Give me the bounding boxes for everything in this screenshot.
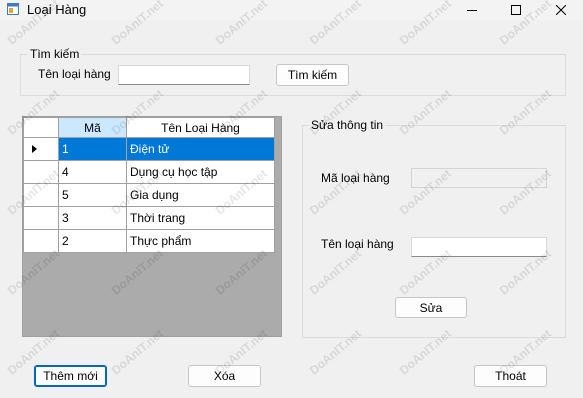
update-button[interactable]: Sửa (395, 297, 467, 318)
table-row[interactable]: 2 Thực phẩm (23, 229, 275, 253)
table-row[interactable]: 1 Điện tử (23, 137, 275, 161)
cell-id[interactable]: 2 (58, 229, 127, 253)
name-field[interactable] (411, 237, 547, 257)
row-header[interactable] (23, 160, 59, 184)
row-header[interactable] (23, 137, 59, 161)
name-label: Tên loại hàng (321, 237, 394, 251)
cell-name[interactable]: Dụng cụ học tập (126, 160, 275, 184)
table-row[interactable]: 3 Thời trang (23, 206, 275, 230)
app-window-icon (7, 3, 19, 15)
code-label: Mã loại hàng (321, 171, 390, 185)
cell-id[interactable]: 1 (58, 137, 127, 161)
column-header-id[interactable]: Mã (58, 117, 127, 138)
category-grid[interactable]: Mã Tên Loại Hàng 1 Điện tử 4 Dụng cụ học… (22, 116, 282, 337)
window-title: Loại Hàng (27, 2, 87, 17)
close-button[interactable] (539, 0, 583, 20)
current-row-icon (32, 145, 37, 153)
search-name-label: Tên loại hàng (38, 67, 111, 81)
maximize-icon (511, 5, 521, 15)
grid-header-row: Mã Tên Loại Hàng (23, 117, 275, 138)
search-group-title: Tìm kiếm (28, 47, 82, 61)
grid-corner-header (23, 117, 59, 138)
row-header[interactable] (23, 206, 59, 230)
cell-id[interactable]: 3 (58, 206, 127, 230)
cell-name[interactable]: Gia dụng (126, 183, 275, 207)
cell-id[interactable]: 5 (58, 183, 127, 207)
cell-name[interactable]: Thời trang (126, 206, 275, 230)
table-row[interactable]: 5 Gia dụng (23, 183, 275, 207)
search-input[interactable] (118, 65, 250, 85)
exit-button[interactable]: Thoát (474, 365, 547, 387)
maximize-button[interactable] (494, 0, 538, 20)
column-header-name[interactable]: Tên Loại Hàng (126, 117, 275, 138)
row-header[interactable] (23, 229, 59, 253)
cell-id[interactable]: 4 (58, 160, 127, 184)
close-icon (556, 5, 566, 15)
cell-name[interactable]: Điện tử (126, 137, 275, 161)
delete-button[interactable]: Xóa (188, 365, 261, 387)
title-bar: Loại Hàng (0, 0, 583, 20)
add-new-button[interactable]: Thêm mới (34, 365, 107, 387)
search-button[interactable]: Tìm kiếm (276, 64, 349, 86)
edit-group-title: Sửa thông tin (309, 118, 386, 132)
code-field (411, 168, 547, 188)
minimize-icon (467, 10, 477, 11)
table-row[interactable]: 4 Dụng cụ học tập (23, 160, 275, 184)
minimize-button[interactable] (450, 0, 494, 20)
cell-name[interactable]: Thực phẩm (126, 229, 275, 253)
row-header[interactable] (23, 183, 59, 207)
